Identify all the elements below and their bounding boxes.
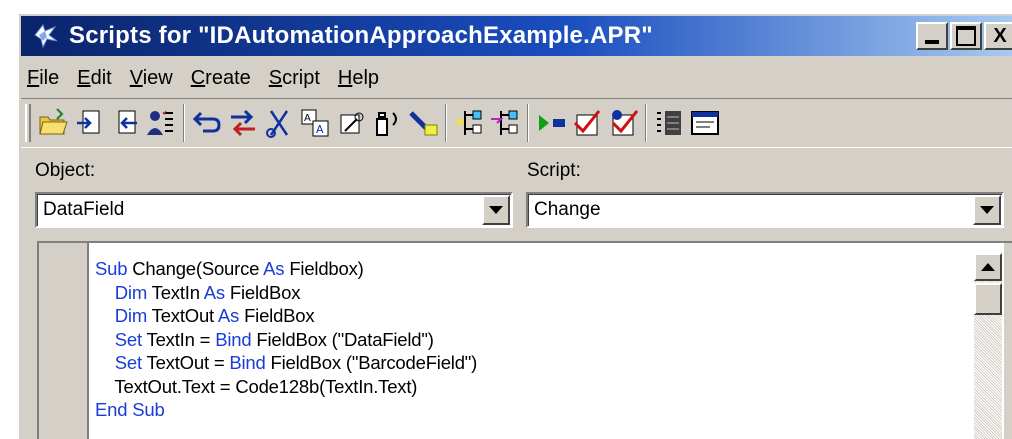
script-label: Script: — [527, 160, 581, 181]
vertical-scrollbar[interactable] — [974, 253, 1002, 439]
user-checklist-icon[interactable] — [143, 104, 179, 142]
code-text: TextIn — [147, 281, 204, 303]
code-keyword: End Sub — [95, 399, 165, 420]
code-line[interactable]: Set TextOut = Bind FieldBox ("BarcodeFie… — [95, 351, 965, 375]
code-keyword: As — [203, 281, 225, 303]
code-text: FieldBox — [239, 305, 315, 326]
script-code[interactable]: Sub Change(Source As Fieldbox) Dim TextI… — [95, 257, 965, 422]
chevron-up-icon — [981, 263, 995, 271]
code-line[interactable]: Dim TextIn As FieldBox — [95, 281, 965, 305]
code-text: TextOut.Text = Code128b(TextIn.Text) — [95, 375, 418, 397]
menu-bar: File Edit View Create Script Help — [27, 62, 397, 94]
scripts-app-icon — [34, 23, 58, 49]
maximize-button[interactable] — [950, 22, 982, 50]
code-text: TextIn = — [141, 328, 216, 350]
code-text: Change(Source — [127, 258, 264, 279]
check-icon[interactable] — [569, 104, 605, 142]
browse-icon[interactable] — [369, 104, 405, 142]
caption-buttons: X — [916, 22, 1012, 50]
menu-view[interactable]: View — [130, 67, 173, 90]
code-keyword: Bind — [215, 328, 252, 350]
code-keyword: As — [217, 305, 240, 326]
title-bar[interactable]: Scripts for "IDAutomationApproachExample… — [21, 16, 1012, 56]
open-folder-icon[interactable] — [35, 104, 71, 142]
code-text: FieldBox ("DataField") — [251, 328, 434, 350]
object-label: Object: — [35, 160, 96, 181]
toolbar-grip[interactable] — [25, 104, 31, 142]
object-dropdown-value: DataField — [43, 199, 125, 220]
check-all-icon[interactable] — [605, 104, 641, 142]
code-text: FieldBox — [224, 281, 301, 303]
step-icon[interactable] — [487, 104, 523, 142]
code-keyword: Dim — [114, 281, 148, 303]
menu-create[interactable]: Create — [191, 67, 251, 90]
export-icon[interactable] — [71, 104, 107, 142]
editor-gutter[interactable] — [39, 243, 89, 439]
code-text: TextOut = — [141, 352, 230, 373]
code-line[interactable]: Dim TextOut As FieldBox — [95, 304, 965, 328]
menu-help[interactable]: Help — [338, 67, 379, 90]
script-dropdown-value: Change — [534, 199, 601, 220]
undo-arrow-icon[interactable] — [189, 104, 225, 142]
svg-text:A: A — [316, 123, 324, 136]
chevron-down-icon — [980, 206, 994, 214]
script-dropdown[interactable]: Change — [526, 192, 1004, 228]
code-text: FieldBox ("BarcodeField") — [265, 352, 478, 373]
code-keyword: As — [263, 258, 285, 279]
scroll-thumb[interactable] — [974, 283, 1002, 315]
window-icon[interactable] — [687, 104, 723, 142]
code-text: Fieldbox) — [284, 258, 364, 279]
import-icon[interactable] — [107, 104, 143, 142]
menu-edit[interactable]: Edit — [77, 67, 111, 90]
breakpoint-icon[interactable] — [451, 104, 487, 142]
code-text: TextOut — [147, 305, 218, 326]
scripts-window: Scripts for "IDAutomationApproachExample… — [17, 12, 1012, 439]
script-dropdown-button[interactable] — [973, 195, 1001, 225]
close-button[interactable]: X — [984, 22, 1012, 50]
object-dropdown-button[interactable] — [482, 195, 510, 225]
window-title: Scripts for "IDAutomationApproachExample… — [69, 22, 653, 49]
run-icon[interactable] — [533, 104, 569, 142]
cut-scissors-icon[interactable] — [261, 104, 297, 142]
highlight-pen-icon[interactable] — [405, 104, 441, 142]
code-keyword: Sub — [95, 258, 128, 279]
swap-arrows-icon[interactable] — [225, 104, 261, 142]
chevron-down-icon — [489, 206, 503, 214]
code-keyword: Set — [114, 352, 142, 373]
find-text-icon[interactable]: AA — [297, 104, 333, 142]
code-keyword: Dim — [114, 305, 148, 326]
code-line[interactable]: Set TextIn = Bind FieldBox ("DataField") — [95, 328, 965, 352]
code-line[interactable]: TextOut.Text = Code128b(TextIn.Text) — [95, 375, 965, 399]
code-line[interactable]: Sub Change(Source As Fieldbox) — [95, 257, 965, 281]
replace-icon[interactable] — [333, 104, 369, 142]
menu-script[interactable]: Script — [269, 67, 320, 90]
scroll-up-button[interactable] — [974, 253, 1002, 281]
code-line[interactable]: End Sub — [95, 398, 965, 422]
toolbar: AA — [21, 98, 1012, 148]
svg-text:A: A — [304, 113, 311, 124]
menu-file[interactable]: File — [27, 67, 59, 90]
close-icon: X — [993, 25, 1007, 47]
minimize-button[interactable] — [916, 22, 948, 50]
outline-icon[interactable] — [651, 104, 687, 142]
code-keyword: Bind — [229, 352, 266, 373]
code-keyword: Set — [114, 328, 142, 350]
object-dropdown[interactable]: DataField — [35, 192, 513, 228]
code-editor[interactable]: Sub Change(Source As Fieldbox) Dim TextI… — [37, 241, 1012, 439]
